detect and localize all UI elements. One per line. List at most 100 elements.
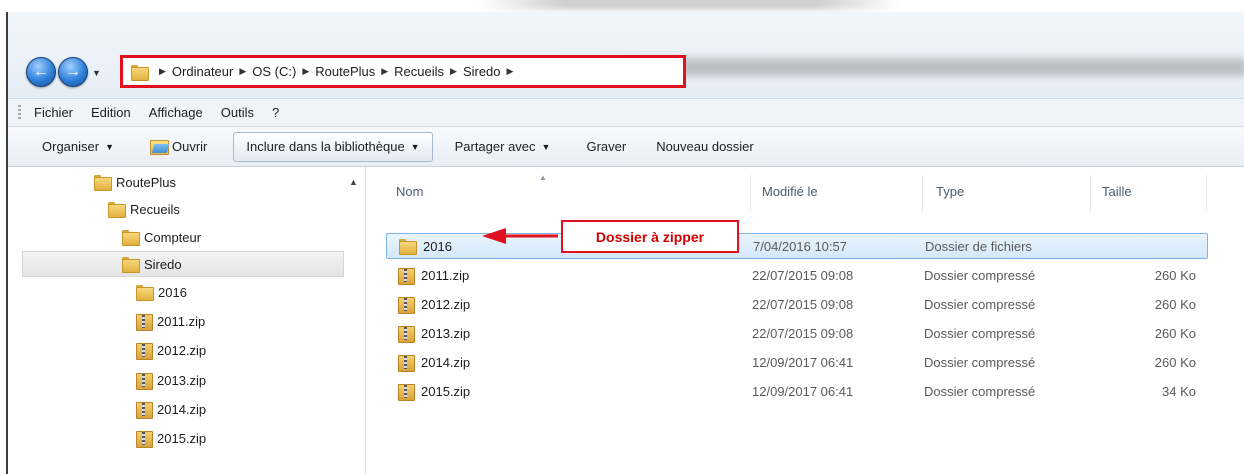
file-size: 34 Ko (1162, 383, 1196, 399)
scroll-up-icon[interactable]: ▲ (349, 177, 358, 187)
address-bar[interactable]: ▶ Ordinateur ▶ OS (C:) ▶ RoutePlus ▶ Rec… (120, 55, 686, 88)
chevron-right-icon[interactable]: ▶ (159, 66, 166, 77)
ouvrir-button[interactable]: Ouvrir (150, 139, 207, 155)
zip-folder-icon (136, 401, 153, 419)
tree-item-2014-zip[interactable]: 2014.zip (136, 396, 206, 422)
file-name-cell: 2012.zip (398, 296, 471, 314)
zip-folder-icon (398, 354, 415, 372)
file-name: 2012.zip (421, 296, 471, 312)
breadcrumb-item-routeplus[interactable]: RoutePlus (315, 64, 375, 79)
file-name-cell: 2015.zip (398, 383, 470, 401)
menu-outils[interactable]: Outils (221, 105, 254, 120)
tree-item-label: Compteur (144, 229, 202, 245)
tree-item-label: 2013.zip (157, 372, 207, 388)
tree-item-2016[interactable]: 2016 (136, 279, 187, 305)
file-row-2015-zip[interactable]: 2015.zip 12/09/2017 06:41 Dossier compre… (386, 378, 1208, 404)
menu-bar: Fichier Edition Affichage Outils ? (8, 98, 1244, 127)
file-name: 2011.zip (421, 267, 470, 283)
annotation-arrow-icon (482, 228, 558, 244)
zip-folder-icon (136, 313, 153, 331)
column-header-modified[interactable]: Modifié le (762, 184, 818, 199)
column-header-name[interactable]: Nom (396, 184, 423, 199)
tree-item-compteur[interactable]: Compteur (122, 224, 201, 250)
zip-folder-icon (398, 325, 415, 343)
inclure-label: Inclure dans la bibliothèque (246, 139, 405, 154)
navpane-scrollbar[interactable]: ▲ (344, 167, 364, 474)
file-modified: 22/07/2015 09:08 (752, 325, 854, 341)
chevron-right-icon[interactable]: ▶ (302, 66, 309, 77)
nouveau-dossier-label: Nouveau dossier (656, 139, 754, 154)
back-button[interactable]: ← (26, 57, 56, 87)
file-type: Dossier compressé (924, 325, 1036, 341)
navigation-pane: RoutePlus Recueils Compteur Siredo 2016 … (8, 167, 366, 474)
arrow-right-icon: → (65, 63, 81, 80)
tree-item-label: 2014.zip (157, 401, 207, 417)
tree-item-routeplus[interactable]: RoutePlus (94, 169, 176, 195)
file-modified: 12/09/2017 06:41 (752, 354, 854, 370)
tree-item-2011-zip[interactable]: 2011.zip (136, 308, 205, 334)
file-type: Dossier compressé (924, 383, 1036, 399)
zip-folder-icon (398, 267, 415, 285)
breadcrumb: ▶ Ordinateur ▶ OS (C:) ▶ RoutePlus ▶ Rec… (153, 64, 519, 79)
menu-affichage[interactable]: Affichage (149, 105, 203, 120)
inclure-bibliotheque-button[interactable]: Inclure dans la bibliothèque ▼ (233, 131, 433, 162)
recent-locations-dropdown[interactable]: ▼ (92, 68, 101, 78)
file-modified: 22/07/2015 09:08 (752, 267, 854, 283)
file-row-2012-zip[interactable]: 2012.zip 22/07/2015 09:08 Dossier compre… (386, 291, 1208, 317)
arrow-left-icon: ← (33, 63, 49, 80)
file-row-2013-zip[interactable]: 2013.zip 22/07/2015 09:08 Dossier compre… (386, 320, 1208, 346)
menu-fichier[interactable]: Fichier (34, 105, 73, 120)
column-divider[interactable] (750, 175, 751, 211)
breadcrumb-item-ordinateur[interactable]: Ordinateur (172, 64, 233, 79)
chevron-right-icon[interactable]: ▶ (239, 66, 246, 77)
grip-handle (18, 105, 21, 121)
background-document (0, 0, 1244, 12)
chevron-right-icon[interactable]: ▶ (507, 66, 514, 77)
file-size: 260 Ko (1154, 267, 1196, 283)
blurred-heading (480, 0, 900, 10)
zip-folder-icon (136, 342, 153, 360)
column-divider[interactable] (1090, 175, 1091, 211)
chevron-right-icon[interactable]: ▶ (450, 66, 457, 77)
file-type: Dossier compressé (924, 354, 1036, 370)
zip-folder-icon (136, 430, 153, 448)
graver-label: Graver (586, 139, 627, 154)
menu-help[interactable]: ? (272, 105, 279, 120)
chevron-right-icon[interactable]: ▶ (381, 66, 388, 77)
column-header-size[interactable]: Taille (1102, 184, 1132, 199)
tree-item-2012-zip[interactable]: 2012.zip (136, 337, 206, 363)
file-type: Dossier de fichiers (925, 238, 1032, 254)
organiser-button[interactable]: Organiser ▼ (42, 139, 114, 154)
nouveau-dossier-button[interactable]: Nouveau dossier (656, 139, 754, 154)
tree-item-label: Siredo (144, 256, 182, 272)
tree-item-label: Recueils (130, 201, 180, 217)
column-divider[interactable] (922, 175, 923, 211)
file-row-2014-zip[interactable]: 2014.zip 12/09/2017 06:41 Dossier compre… (386, 349, 1208, 375)
tree-item-label: 2012.zip (157, 342, 207, 358)
tree-item-label: 2011.zip (157, 313, 206, 329)
file-name: 2016 (423, 238, 452, 254)
tree-item-2013-zip[interactable]: 2013.zip (136, 367, 206, 393)
tree-item-recueils[interactable]: Recueils (108, 196, 180, 222)
tree-item-label: 2015.zip (157, 430, 207, 446)
breadcrumb-item-siredo[interactable]: Siredo (463, 64, 501, 79)
file-size: 260 Ko (1154, 325, 1196, 341)
address-area: ← → ▼ ▶ Ordinateur ▶ OS (C:) ▶ RoutePlus… (8, 12, 1244, 98)
organiser-label: Organiser (42, 139, 100, 154)
partager-label: Partager avec (454, 139, 536, 154)
file-row-2011-zip[interactable]: 2011.zip 22/07/2015 09:08 Dossier compre… (386, 262, 1208, 288)
forward-button[interactable]: → (58, 57, 88, 87)
tree-item-label: RoutePlus (116, 174, 176, 190)
column-divider[interactable] (1206, 175, 1207, 211)
folder-icon (399, 239, 417, 255)
tree-item-label: 2016 (158, 284, 187, 300)
tree-item-2015-zip[interactable]: 2015.zip (136, 425, 206, 451)
breadcrumb-item-recueils[interactable]: Recueils (394, 64, 444, 79)
file-size: 260 Ko (1154, 354, 1196, 370)
breadcrumb-item-os-c[interactable]: OS (C:) (252, 64, 296, 79)
menu-edition[interactable]: Edition (91, 105, 131, 120)
tree-item-siredo[interactable]: Siredo (22, 251, 344, 277)
column-header-type[interactable]: Type (936, 184, 964, 199)
graver-button[interactable]: Graver (586, 139, 626, 154)
partager-avec-button[interactable]: Partager avec ▼ (455, 139, 551, 154)
